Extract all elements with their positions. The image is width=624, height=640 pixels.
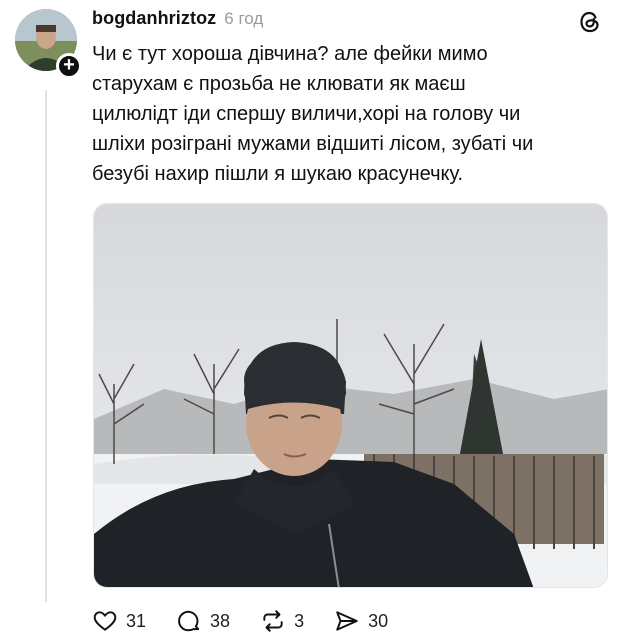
comment-button[interactable]: 38: [176, 608, 230, 634]
repost-button[interactable]: 3: [260, 608, 304, 634]
post-header: bogdanhriztoz 6 год: [92, 8, 263, 32]
repost-count: 3: [294, 610, 305, 631]
share-count: 30: [368, 610, 389, 631]
username[interactable]: bogdanhriztoz: [92, 8, 216, 29]
threads-post: + bogdanhriztoz 6 год Чи є тут хороша ді…: [0, 0, 624, 640]
like-count: 31: [126, 610, 147, 631]
selfie-photo-image: [94, 204, 607, 587]
thread-line: [45, 90, 47, 602]
like-button[interactable]: 31: [92, 608, 146, 634]
timestamp: 6 год: [224, 9, 264, 28]
comment-count: 38: [210, 610, 231, 631]
share-button[interactable]: 30: [334, 608, 388, 634]
post-text: Чи є тут хороша дівчина? але фейки мимо …: [92, 43, 534, 185]
heart-icon: [93, 611, 117, 631]
action-bar: 31 38 3 30: [92, 608, 418, 634]
post-photo[interactable]: [93, 203, 608, 588]
threads-logo-icon[interactable]: [578, 10, 602, 34]
share-icon: [336, 611, 358, 631]
follow-plus-icon[interactable]: +: [56, 53, 82, 79]
comment-icon: [178, 610, 200, 632]
repost-icon: [263, 610, 283, 632]
